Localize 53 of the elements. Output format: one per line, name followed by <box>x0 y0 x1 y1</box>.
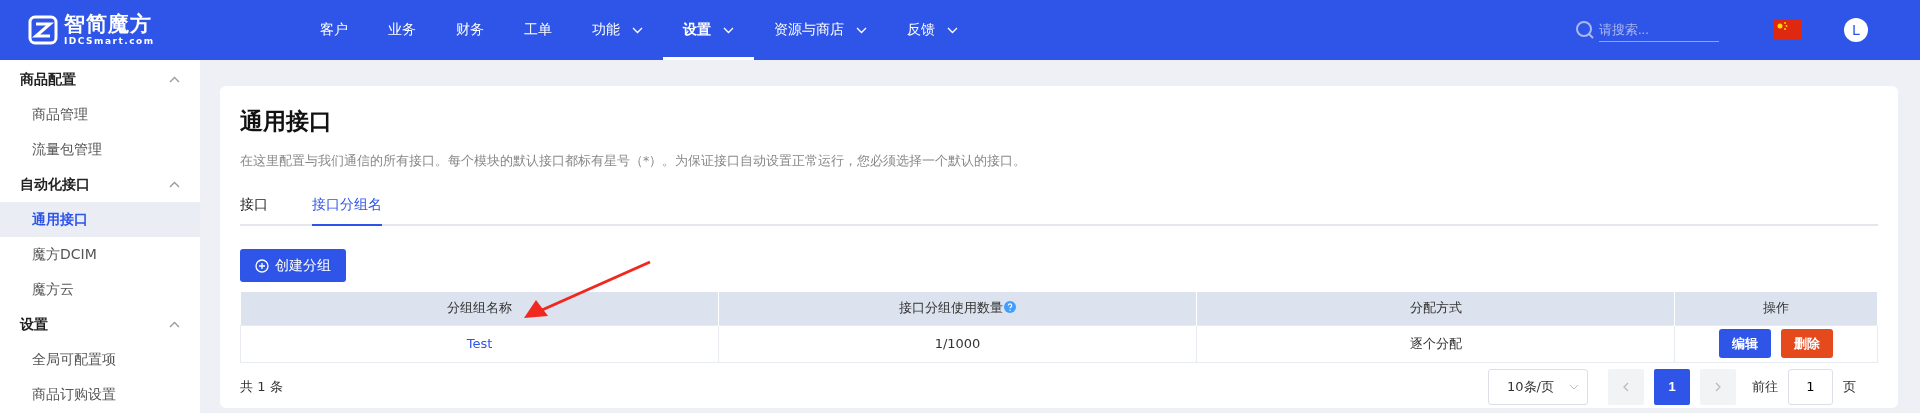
create-group-button[interactable]: 创建分组 <box>240 249 346 282</box>
nav-item[interactable]: 设置 <box>663 0 754 60</box>
nav-item[interactable]: 财务 <box>436 0 504 60</box>
chevron-up-icon <box>169 321 180 328</box>
page-description: 在这里配置与我们通信的所有接口。每个模块的默认接口都标有星号（*）。为保证接口自动设置正常运行，您必须选择一个默认的接口。 <box>240 153 1028 170</box>
chevron-left-icon <box>1623 381 1629 392</box>
delete-button[interactable]: 删除 <box>1781 329 1833 358</box>
tab[interactable]: 接口 <box>240 196 268 226</box>
column-header: 操作 <box>1674 292 1878 325</box>
table-cell: 逐个分配 <box>1196 325 1675 362</box>
sidebar-item[interactable]: 流量包管理 <box>0 132 200 167</box>
total-count: 共 1 条 <box>240 377 283 396</box>
logo-name: 智简魔方 <box>64 14 153 35</box>
sidebar-group[interactable]: 商品配置 <box>0 62 200 97</box>
column-header: 接口分组使用数量 <box>718 292 1197 325</box>
search-field[interactable]: 请搜索... <box>1599 18 1719 42</box>
goto-label: 前往 <box>1752 377 1778 396</box>
plus-circle-icon <box>255 258 269 273</box>
group-name-link[interactable]: Test <box>466 336 493 351</box>
edit-button[interactable]: 编辑 <box>1719 329 1771 358</box>
page-number-field[interactable]: 1 <box>1788 368 1833 405</box>
chevron-right-icon <box>1715 381 1721 392</box>
sidebar-item[interactable]: 通用接口 <box>0 202 200 237</box>
sidebar-item[interactable]: 全局可配置项 <box>0 342 200 377</box>
nav-item[interactable]: 工单 <box>504 0 572 60</box>
column-header: 分配方式 <box>1196 292 1675 325</box>
sidebar-group[interactable]: 设置 <box>0 307 200 342</box>
page-title: 通用接口 <box>240 107 333 136</box>
sidebar-group[interactable]: 自动化接口 <box>0 167 200 202</box>
nav-item[interactable]: 客户 <box>300 0 368 60</box>
chevron-up-icon <box>169 181 180 188</box>
page-unit-label: 页 <box>1843 377 1856 396</box>
table-cell: 1/1000 <box>718 325 1197 362</box>
search-icon <box>1575 20 1595 40</box>
page-size-select[interactable]: 10条/页 <box>1488 368 1588 405</box>
chevron-down-icon <box>1569 383 1579 390</box>
sidebar-item[interactable]: 商品管理 <box>0 97 200 132</box>
logo-icon <box>28 15 58 45</box>
column-header: 分组组名称 <box>240 292 719 325</box>
nav-item[interactable]: 资源与商店 <box>754 0 887 60</box>
flag-icon[interactable] <box>1774 20 1802 40</box>
sidebar-item[interactable]: 商品订购设置 <box>0 377 200 412</box>
nav-item[interactable]: 功能 <box>572 0 663 60</box>
user-avatar[interactable]: L <box>1844 18 1868 42</box>
sidebar-item[interactable]: 魔方DCIM <box>0 237 200 272</box>
nav-item[interactable]: 反馈 <box>887 0 978 60</box>
logo-domain: IDCSmart.com <box>64 37 155 46</box>
chevron-up-icon <box>169 76 180 83</box>
sidebar-item[interactable]: 魔方云 <box>0 272 200 307</box>
nav-item[interactable]: 业务 <box>368 0 436 60</box>
tab[interactable]: 接口分组名 <box>312 196 382 226</box>
page-button[interactable]: 1 <box>1654 368 1690 405</box>
help-icon[interactable] <box>1004 301 1016 314</box>
